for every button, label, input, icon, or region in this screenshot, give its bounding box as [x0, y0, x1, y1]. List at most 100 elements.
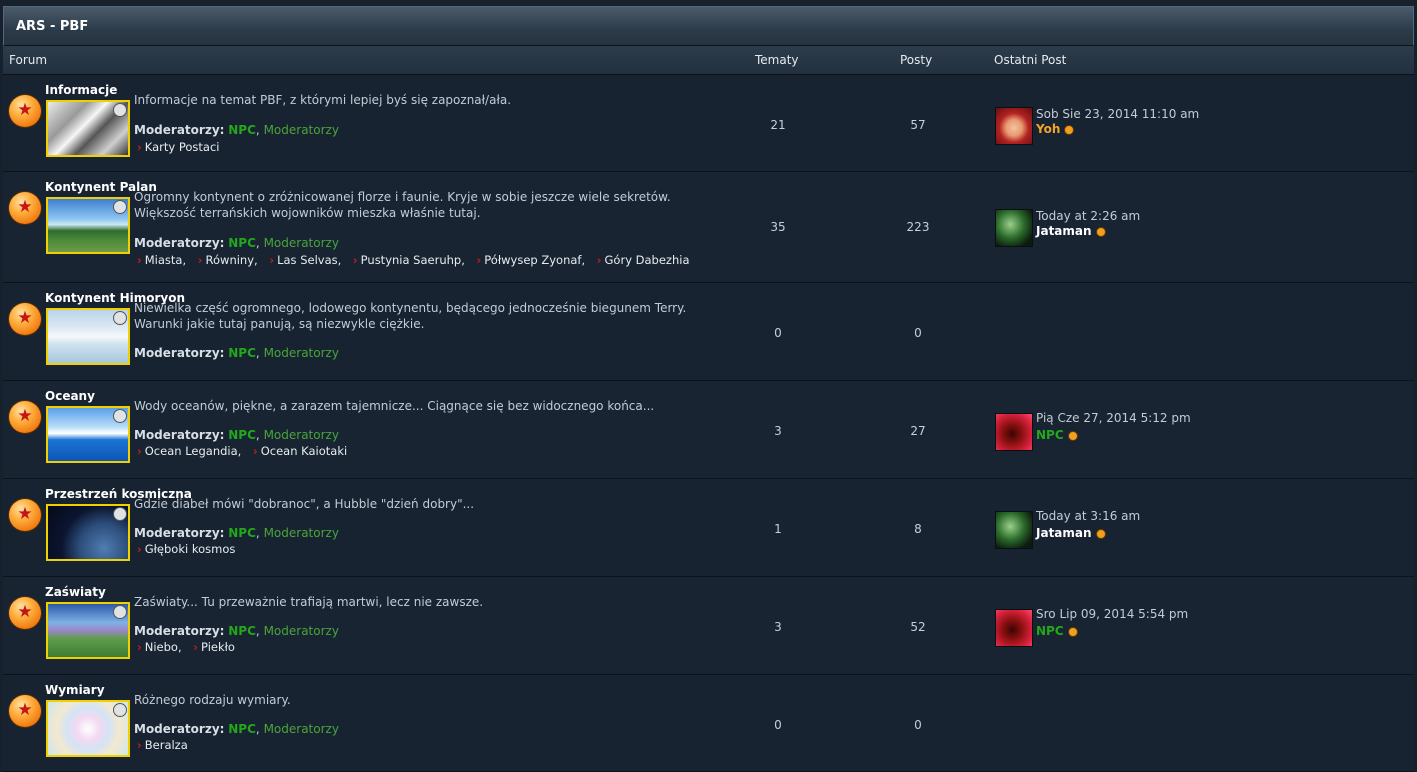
forum-status-icon: ★ — [9, 401, 41, 433]
subforum-link[interactable]: Równiny, — [198, 253, 258, 267]
topics-count: 3 — [774, 424, 782, 438]
go-to-post-icon[interactable] — [1067, 430, 1078, 441]
badge-icon — [113, 605, 127, 619]
moderator-npc-link[interactable]: NPC — [228, 123, 256, 137]
last-post-user[interactable]: Jataman — [1036, 224, 1106, 238]
topics-count: 0 — [774, 718, 782, 732]
forum-name[interactable]: Wymiary — [45, 683, 105, 697]
last-post-avatar[interactable] — [995, 609, 1033, 647]
subforum-link[interactable]: Ocean Kaiotaki — [253, 444, 347, 458]
last-post-user[interactable]: NPC — [1036, 428, 1078, 442]
forum-description: Gdzie diabeł mówi "dobranoc", a Hubble "… — [134, 497, 475, 511]
subforum-link[interactable]: Karty Postaci — [137, 140, 219, 154]
subforum-list: Niebo, Piekło — [137, 640, 243, 654]
forum-thumbnail[interactable] — [46, 308, 130, 365]
forum-status-icon: ★ — [9, 597, 41, 629]
forum-thumbnail[interactable] — [46, 504, 130, 561]
last-post-username[interactable]: NPC — [1036, 624, 1064, 638]
last-post-username[interactable]: Yoh — [1036, 122, 1060, 136]
forum-name[interactable]: Informacje — [45, 83, 117, 97]
forum-description: Niewielka część ogromnego, lodowego kont… — [134, 301, 687, 331]
forum-category: ARS - PBF Forum Tematy Posty Ostatni Pos… — [3, 6, 1414, 772]
forum-thumbnail[interactable] — [46, 406, 130, 463]
forum-moderators: Moderatorzy: NPC, Moderatorzy — [134, 624, 339, 638]
forum-moderators: Moderatorzy: NPC, Moderatorzy — [134, 722, 339, 736]
last-post-user[interactable]: Jataman — [1036, 526, 1106, 540]
moderators-label: Moderatorzy: — [134, 346, 225, 360]
category-title[interactable]: ARS - PBF — [3, 6, 1414, 46]
forum-thumbnail[interactable] — [46, 100, 130, 157]
subforum-list: Miasta, Równiny, Las Selvas, Pustynia Sa… — [137, 253, 698, 267]
last-post-avatar[interactable] — [995, 209, 1033, 247]
subforum-link[interactable]: Pustynia Saeruhp, — [353, 253, 465, 267]
posts-count: 52 — [910, 620, 926, 634]
subforum-list: Karty Postaci — [137, 140, 227, 154]
subforum-link[interactable]: Niebo, — [137, 640, 182, 654]
header-topics: Tematy — [755, 53, 799, 67]
forum-row-zaswiaty: ★ Zaświaty Zaświaty... Tu przeważnie tra… — [3, 577, 1414, 675]
subforum-link[interactable]: Głęboki kosmos — [137, 542, 235, 556]
moderator-npc-link[interactable]: NPC — [228, 236, 256, 250]
subforum-link[interactable]: Piekło — [193, 640, 235, 654]
moderators-label: Moderatorzy: — [134, 123, 225, 137]
moderator-group-link[interactable]: Moderatorzy — [264, 526, 339, 540]
last-post-username[interactable]: NPC — [1036, 428, 1064, 442]
moderator-group-link[interactable]: Moderatorzy — [264, 123, 339, 137]
forum-description: Informacje na temat PBF, z którymi lepie… — [134, 93, 512, 107]
moderators-label: Moderatorzy: — [134, 624, 225, 638]
forum-name[interactable]: Oceany — [45, 389, 95, 403]
moderator-npc-link[interactable]: NPC — [228, 624, 256, 638]
forum-row-kontynent-himoryon: ★ Kontynent Himoryon Niewielka część ogr… — [3, 283, 1414, 381]
last-post-user[interactable]: Yoh — [1036, 122, 1075, 136]
subforum-list: Głęboki kosmos — [137, 542, 243, 556]
moderator-npc-link[interactable]: NPC — [228, 526, 256, 540]
last-post-date: Sob Sie 23, 2014 11:10 am — [1036, 107, 1200, 121]
moderator-npc-link[interactable]: NPC — [228, 428, 256, 442]
moderator-group-link[interactable]: Moderatorzy — [264, 346, 339, 360]
subforum-link[interactable]: Miasta, — [137, 253, 186, 267]
subforum-link[interactable]: Półwysep Zyonaf, — [477, 253, 586, 267]
forum-description: Różnego rodzaju wymiary. — [134, 693, 291, 707]
badge-icon — [113, 703, 127, 717]
go-to-post-icon[interactable] — [1095, 528, 1106, 539]
forum-description: Zaświaty... Tu przeważnie trafiają martw… — [134, 595, 484, 609]
moderator-npc-link[interactable]: NPC — [228, 346, 256, 360]
posts-count: 0 — [914, 326, 922, 340]
last-post-date: Today at 2:26 am — [1036, 209, 1141, 223]
topics-count: 1 — [774, 522, 782, 536]
subforum-link[interactable]: Góry Dabezhia — [597, 253, 690, 267]
last-post-avatar[interactable] — [995, 413, 1033, 451]
forum-description: Ogromny kontynent o zróżnicowanej florze… — [134, 190, 671, 220]
moderator-group-link[interactable]: Moderatorzy — [264, 722, 339, 736]
moderator-group-link[interactable]: Moderatorzy — [264, 236, 339, 250]
moderators-label: Moderatorzy: — [134, 236, 225, 250]
go-to-post-icon[interactable] — [1095, 226, 1106, 237]
forum-thumbnail[interactable] — [46, 197, 130, 254]
forum-status-icon: ★ — [9, 499, 41, 531]
posts-count: 8 — [914, 522, 922, 536]
last-post-avatar[interactable] — [995, 511, 1033, 549]
forum-thumbnail[interactable] — [46, 700, 130, 757]
forum-name[interactable]: Zaświaty — [45, 585, 106, 599]
forum-status-icon: ★ — [9, 695, 41, 727]
table-header: Forum Tematy Posty Ostatni Post — [3, 46, 1414, 75]
go-to-post-icon[interactable] — [1064, 124, 1075, 135]
header-last-post: Ostatni Post — [994, 53, 1067, 67]
go-to-post-icon[interactable] — [1067, 626, 1078, 637]
topics-count: 21 — [770, 118, 786, 132]
last-post-username[interactable]: Jataman — [1036, 224, 1092, 238]
moderator-group-link[interactable]: Moderatorzy — [264, 624, 339, 638]
subforum-list: Beralza — [137, 738, 196, 752]
forum-thumbnail[interactable] — [46, 602, 130, 659]
forum-row-informacje: ★ Informacje Informacje na temat PBF, z … — [3, 75, 1414, 172]
forum-row-oceany: ★ Oceany Wody oceanów, piękne, a zarazem… — [3, 381, 1414, 479]
last-post-user[interactable]: NPC — [1036, 624, 1078, 638]
subforum-link[interactable]: Las Selvas, — [269, 253, 341, 267]
forum-moderators: Moderatorzy: NPC, Moderatorzy — [134, 428, 339, 442]
subforum-link[interactable]: Beralza — [137, 738, 188, 752]
last-post-avatar[interactable] — [995, 107, 1033, 145]
last-post-username[interactable]: Jataman — [1036, 526, 1092, 540]
moderator-npc-link[interactable]: NPC — [228, 722, 256, 736]
subforum-link[interactable]: Ocean Legandia, — [137, 444, 241, 458]
moderator-group-link[interactable]: Moderatorzy — [264, 428, 339, 442]
